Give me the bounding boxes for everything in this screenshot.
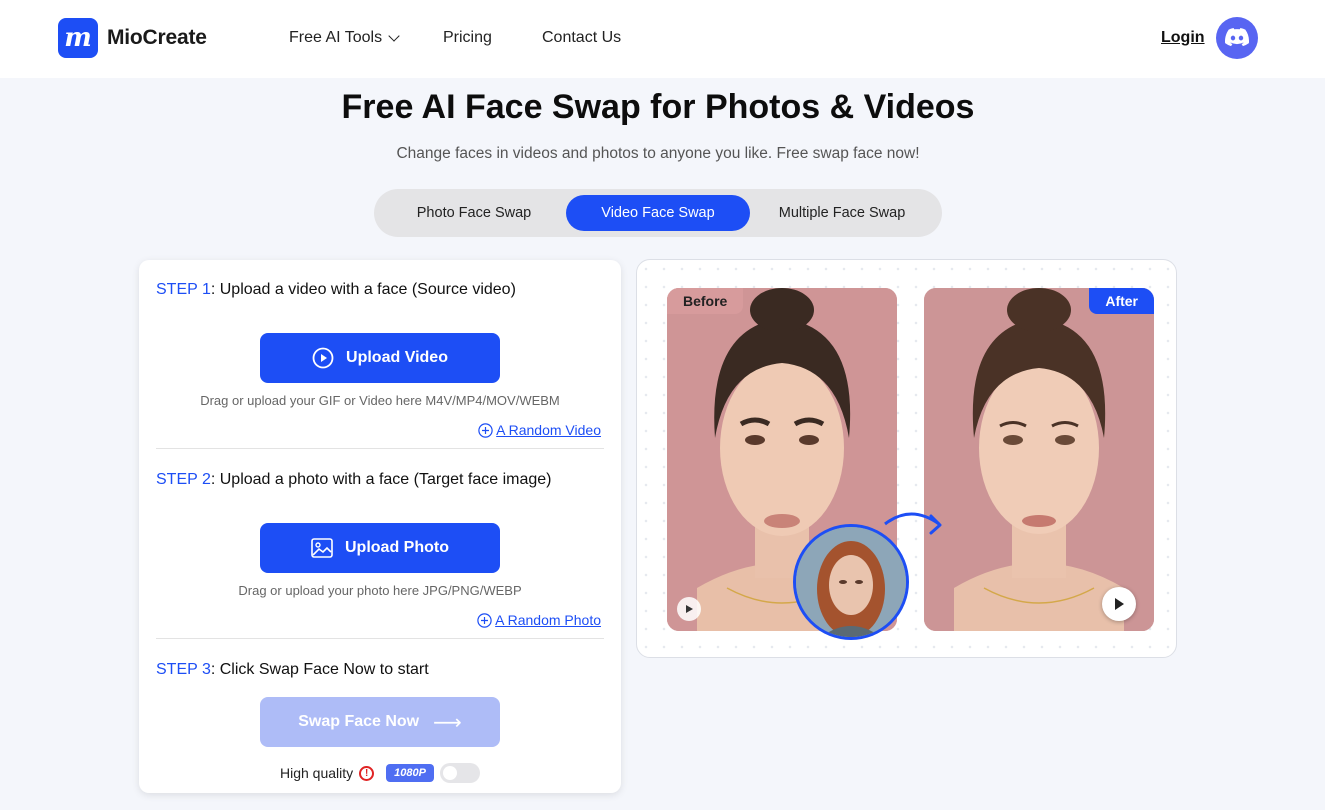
high-quality-option: High quality ! 1080P xyxy=(280,763,480,783)
warning-icon[interactable]: ! xyxy=(359,765,375,781)
upload-video-button[interactable]: Upload Video xyxy=(260,333,500,383)
quality-badge: 1080P xyxy=(386,764,434,782)
nav-free-ai-tools[interactable]: Free AI Tools xyxy=(289,29,400,47)
step1-text: : Upload a video with a face (Source vid… xyxy=(210,281,516,298)
plus-circle-icon xyxy=(478,422,493,438)
step1-heading: STEP 1: Upload a video with a face (Sour… xyxy=(156,281,516,299)
step2-text: : Upload a photo with a face (Target fac… xyxy=(210,471,552,488)
random-photo-link[interactable]: A Random Photo xyxy=(477,612,601,628)
high-quality-label: High quality xyxy=(280,765,354,781)
step3-heading: STEP 3: Click Swap Face Now to start xyxy=(156,661,429,679)
swap-face-now-button[interactable]: Swap Face Now ⟶ xyxy=(260,697,500,747)
high-quality-toggle[interactable] xyxy=(439,763,480,783)
play-circle-icon xyxy=(312,347,334,369)
step3-text: : Click Swap Face Now to start xyxy=(210,661,429,678)
play-icon[interactable] xyxy=(1102,587,1136,621)
step2-heading: STEP 2: Upload a photo with a face (Targ… xyxy=(156,471,551,489)
after-label: After xyxy=(1089,288,1154,314)
random-video-label: A Random Video xyxy=(496,422,601,438)
source-face-thumbnail xyxy=(793,524,909,640)
arrow-right-icon: ⟶ xyxy=(433,711,462,734)
swap-arrow-icon xyxy=(884,512,942,535)
swap-face-now-label: Swap Face Now xyxy=(298,713,420,730)
divider xyxy=(156,448,604,449)
login-link[interactable]: Login xyxy=(1161,29,1205,47)
brand-name: MioCreate xyxy=(107,26,207,49)
nav-pricing[interactable]: Pricing xyxy=(443,29,492,47)
plus-circle-icon xyxy=(477,612,492,628)
upload-photo-button[interactable]: Upload Photo xyxy=(260,523,500,573)
step2-number: STEP 2 xyxy=(156,471,211,488)
image-icon xyxy=(311,538,333,558)
tab-photo-face-swap[interactable]: Photo Face Swap xyxy=(382,195,566,231)
site-header: m MioCreate Free AI Tools Pricing Contac… xyxy=(0,0,1325,78)
page-subtitle: Change faces in videos and photos to any… xyxy=(396,145,920,162)
random-video-link[interactable]: A Random Video xyxy=(478,422,601,438)
upload-panel: STEP 1: Upload a video with a face (Sour… xyxy=(139,260,621,793)
divider xyxy=(156,638,604,639)
play-icon[interactable] xyxy=(677,597,701,621)
before-label: Before xyxy=(667,288,744,314)
mode-tabs: Photo Face Swap Video Face Swap Multiple… xyxy=(374,189,942,237)
before-after-preview: Before After xyxy=(636,259,1177,658)
page-title: Free AI Face Swap for Photos & Videos xyxy=(341,88,975,126)
upload-video-hint: Drag or upload your GIF or Video here M4… xyxy=(200,393,560,408)
random-photo-label: A Random Photo xyxy=(495,612,601,628)
upload-video-label: Upload Video xyxy=(346,349,448,366)
step1-number: STEP 1 xyxy=(156,281,211,298)
logo-mark-icon: m xyxy=(58,18,98,58)
nav-contact-us[interactable]: Contact Us xyxy=(542,29,621,47)
tab-multiple-face-swap[interactable]: Multiple Face Swap xyxy=(750,195,934,231)
after-face-illustration xyxy=(924,288,1154,631)
after-image: After xyxy=(924,288,1154,631)
discord-icon[interactable] xyxy=(1216,17,1258,59)
upload-photo-label: Upload Photo xyxy=(345,539,449,556)
brand-logo[interactable]: m MioCreate xyxy=(58,18,207,58)
nav-free-ai-tools-label: Free AI Tools xyxy=(289,29,383,46)
chevron-down-icon xyxy=(388,29,400,42)
tab-video-face-swap[interactable]: Video Face Swap xyxy=(566,195,750,231)
upload-photo-hint: Drag or upload your photo here JPG/PNG/W… xyxy=(238,583,522,598)
step3-number: STEP 3 xyxy=(156,661,211,678)
